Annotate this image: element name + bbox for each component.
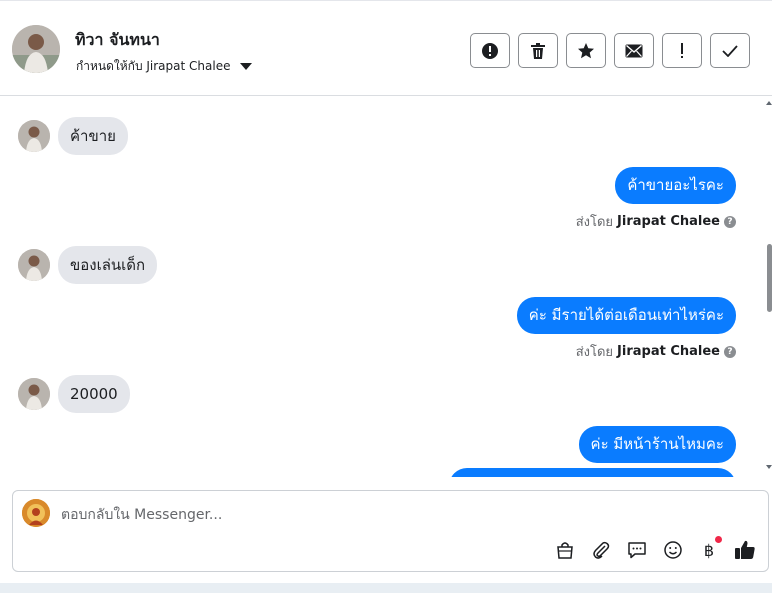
spam-report-button[interactable] xyxy=(470,33,510,68)
exclamation-icon xyxy=(681,42,683,58)
assign-label: กำหนดให้กับ Jirapat Chalee xyxy=(76,59,231,73)
paperclip-icon[interactable] xyxy=(590,539,612,561)
contact-name: ทิวา จันทนา xyxy=(75,30,160,49)
like-icon[interactable] xyxy=(734,539,756,561)
sent-by-label: ส่งโดย xyxy=(575,345,614,360)
check-icon xyxy=(722,44,738,57)
envelope-icon xyxy=(625,44,643,57)
trash-icon xyxy=(531,42,545,59)
alert-circle-icon xyxy=(482,42,498,59)
bag-icon[interactable] xyxy=(554,539,576,561)
message-bubble-outgoing[interactable]: ค่ะ มีรายได้ต่อเดือนเท่าไหร่คะ xyxy=(516,297,736,334)
baht-payment-icon[interactable]: ฿ xyxy=(698,536,722,561)
reply-input[interactable] xyxy=(61,504,621,526)
star-button[interactable] xyxy=(566,33,606,68)
help-icon[interactable]: ? xyxy=(724,215,736,228)
mark-done-button[interactable] xyxy=(710,33,750,68)
scroll-down-icon[interactable] xyxy=(766,465,772,471)
contact-avatar[interactable] xyxy=(12,25,60,73)
contact-avatar-small xyxy=(18,120,50,152)
incoming-message: ค้าขาย xyxy=(18,117,128,155)
composer-tools: ฿ xyxy=(554,536,756,561)
header-actions xyxy=(470,33,750,68)
page-footer-strip xyxy=(0,583,772,593)
sent-by-label: ส่งโดย xyxy=(575,215,614,230)
reply-composer: ฿ xyxy=(12,490,769,572)
contact-avatar-small xyxy=(18,249,50,281)
incoming-message: 20000 xyxy=(18,375,130,413)
follow-up-button[interactable] xyxy=(662,33,702,68)
contact-avatar-small xyxy=(18,378,50,410)
message-bubble[interactable]: 20000 xyxy=(58,375,130,413)
message-bubble[interactable]: ค้าขาย xyxy=(58,117,128,155)
page-avatar xyxy=(22,499,50,527)
scroll-up-icon[interactable] xyxy=(766,99,772,105)
message-bubble-outgoing[interactable]: ค่ะ มีหน้าร้านไหมคะ xyxy=(578,426,736,463)
message-bubble-outgoing-clipped[interactable] xyxy=(449,468,736,477)
incoming-message: ของเล่นเด็ก xyxy=(18,246,158,284)
message-thread[interactable]: ่ ค้าขาย ค้าขายอะไรคะ ส่งโดย Jirapat Cha… xyxy=(0,97,766,477)
sent-by-name: Jirapat Chalee xyxy=(617,214,720,229)
sent-by-line: ส่งโดย Jirapat Chalee ? xyxy=(576,341,736,362)
baht-glyph: ฿ xyxy=(703,540,715,560)
thread-scrollbar[interactable] xyxy=(766,97,772,477)
sent-by-line: ส่งโดย Jirapat Chalee ? xyxy=(576,211,736,232)
message-bubble-outgoing[interactable]: ค้าขายอะไรคะ xyxy=(615,167,736,204)
delete-button[interactable] xyxy=(518,33,558,68)
emoji-icon[interactable] xyxy=(662,539,684,561)
star-icon xyxy=(578,42,594,58)
message-bubble[interactable]: ของเล่นเด็ก xyxy=(58,246,158,284)
help-icon[interactable]: ? xyxy=(724,345,736,358)
notification-dot xyxy=(715,536,722,543)
assign-dropdown[interactable]: กำหนดให้กับ Jirapat Chalee xyxy=(76,57,253,76)
scroll-thumb[interactable] xyxy=(767,244,772,312)
sent-by-name: Jirapat Chalee xyxy=(617,344,720,359)
conversation-header: ทิวา จันทนา กำหนดให้กับ Jirapat Chalee xyxy=(0,0,772,96)
chevron-down-icon xyxy=(240,63,253,70)
mark-unread-button[interactable] xyxy=(614,33,654,68)
saved-reply-icon[interactable] xyxy=(626,539,648,561)
